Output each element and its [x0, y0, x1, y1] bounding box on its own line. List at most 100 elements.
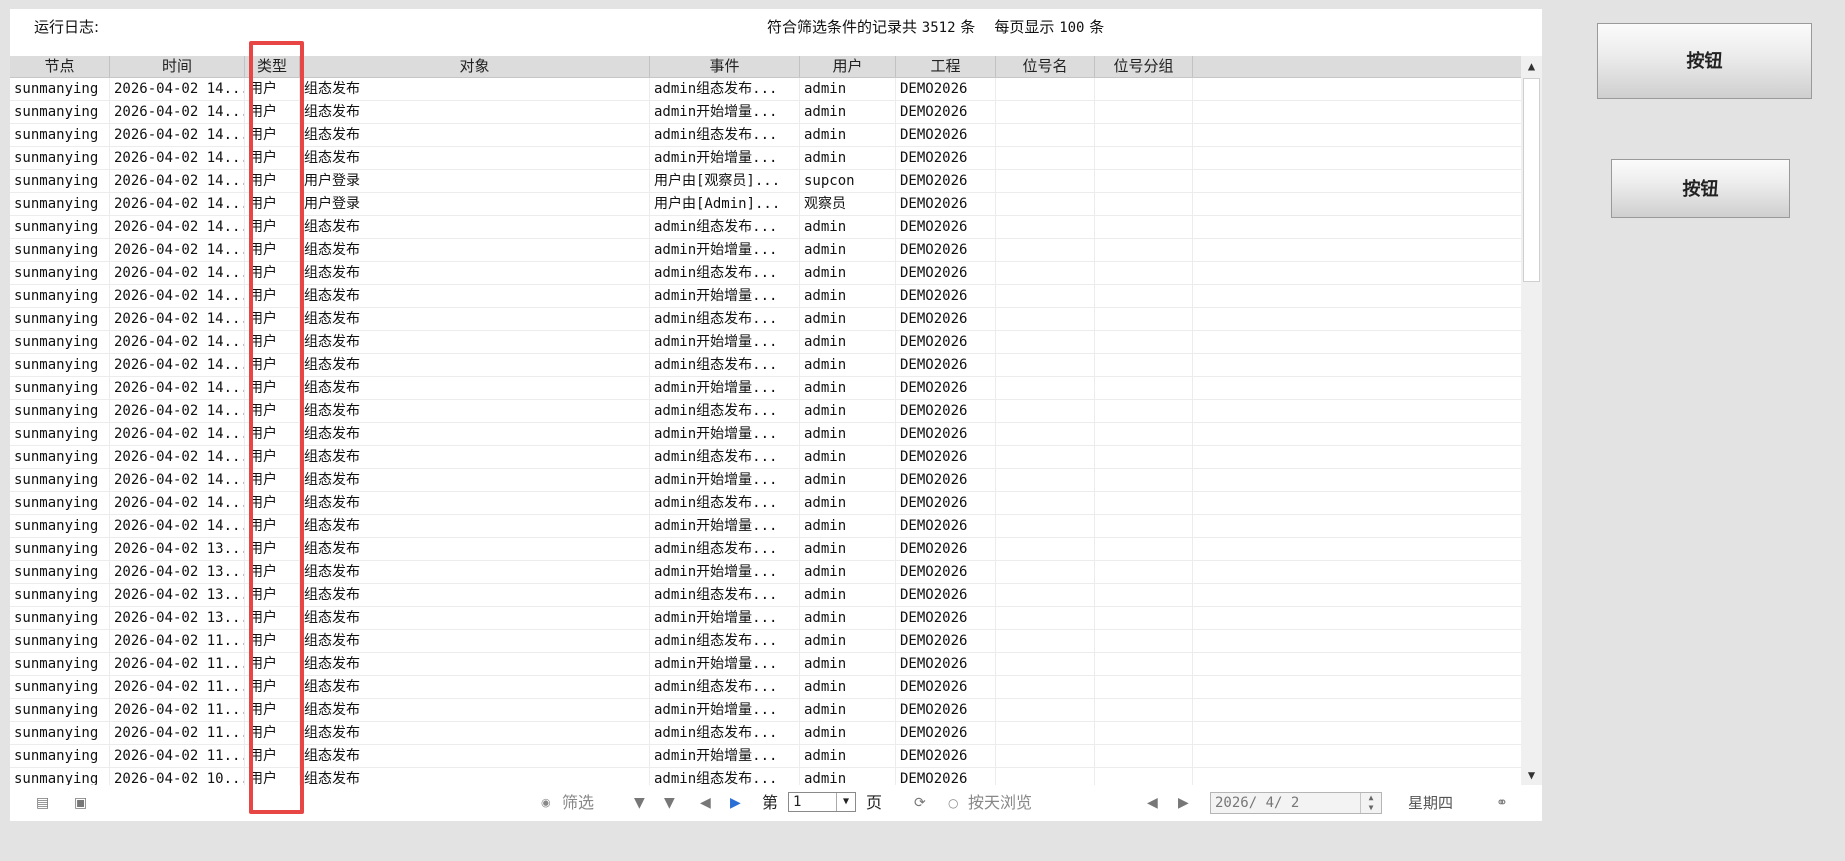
- table-row[interactable]: sunmanying 2026-04-02 13... 用户 组态发布 admin组态发…: [10, 538, 1521, 561]
- button-1[interactable]: 按钮: [1597, 23, 1812, 99]
- table-row[interactable]: sunmanying 2026-04-02 14... 用户 组态发布 admin开始增…: [10, 331, 1521, 354]
- table-row[interactable]: sunmanying 2026-04-02 14... 用户 组态发布 admin开始增…: [10, 515, 1521, 538]
- cell-object: 组态发布: [300, 262, 650, 284]
- cell-user: admin: [800, 584, 896, 606]
- table-row[interactable]: sunmanying 2026-04-02 14... 用户 组态发布 admin组态发…: [10, 262, 1521, 285]
- funnel-advanced-icon[interactable]: ▼: [664, 793, 675, 813]
- cell-time: 2026-04-02 14...: [110, 469, 245, 491]
- record-count: 3512: [921, 20, 956, 36]
- cell-time: 2026-04-02 11...: [110, 676, 245, 698]
- table-row[interactable]: sunmanying 2026-04-02 11... 用户 组态发布 admin开始增…: [10, 745, 1521, 768]
- column-header-tag-group[interactable]: 位号分组: [1095, 56, 1193, 77]
- table-row[interactable]: sunmanying 2026-04-02 14... 用户 组态发布 admin组态发…: [10, 308, 1521, 331]
- table-row[interactable]: sunmanying 2026-04-02 11... 用户 组态发布 admin开始增…: [10, 699, 1521, 722]
- page-select[interactable]: 1 ▼: [788, 792, 856, 812]
- table-row[interactable]: sunmanying 2026-04-02 11... 用户 组态发布 admin组态发…: [10, 676, 1521, 699]
- export-icon[interactable]: ▤: [36, 793, 49, 813]
- table-row[interactable]: sunmanying 2026-04-02 14... 用户 组态发布 admin组态发…: [10, 216, 1521, 239]
- column-header-time[interactable]: 时间: [110, 56, 245, 77]
- cell-user: admin: [800, 768, 896, 785]
- table-row[interactable]: sunmanying 2026-04-02 11... 用户 组态发布 admin组态发…: [10, 630, 1521, 653]
- cell-node: sunmanying: [10, 285, 110, 307]
- cell-time: 2026-04-02 14...: [110, 193, 245, 215]
- table-row[interactable]: sunmanying 2026-04-02 14... 用户 组态发布 admin组态发…: [10, 446, 1521, 469]
- table-row[interactable]: sunmanying 2026-04-02 11... 用户 组态发布 admin开始增…: [10, 653, 1521, 676]
- table-row[interactable]: sunmanying 2026-04-02 14... 用户 组态发布 admin组态发…: [10, 78, 1521, 101]
- cell-user: admin: [800, 607, 896, 629]
- cell-event: admin组态发布...: [650, 722, 800, 744]
- table-row[interactable]: sunmanying 2026-04-02 13... 用户 组态发布 admin组态发…: [10, 584, 1521, 607]
- cell-event: admin组态发布...: [650, 492, 800, 514]
- table-row[interactable]: sunmanying 2026-04-02 10... 用户 组态发布 admin组态发…: [10, 768, 1521, 785]
- cell-user: admin: [800, 239, 896, 261]
- cell-time: 2026-04-02 13...: [110, 538, 245, 560]
- column-header-event[interactable]: 事件: [650, 56, 800, 77]
- column-header-node[interactable]: 节点: [10, 56, 110, 77]
- table-row[interactable]: sunmanying 2026-04-02 14... 用户 组态发布 admin组态发…: [10, 492, 1521, 515]
- next-page-icon[interactable]: ▶: [730, 793, 741, 813]
- cell-project: DEMO2026: [896, 377, 996, 399]
- refresh-icon[interactable]: ⟳: [914, 793, 926, 813]
- scrollbar-thumb[interactable]: [1523, 78, 1540, 282]
- binoculars-icon[interactable]: ⚭: [1496, 793, 1508, 813]
- scroll-down-icon[interactable]: ▼: [1521, 765, 1542, 785]
- column-header-tag-name[interactable]: 位号名: [996, 56, 1095, 77]
- cell-event: admin开始增量...: [650, 653, 800, 675]
- cell-event: 用户由[Admin]...: [650, 193, 800, 215]
- cell-event: admin开始增量...: [650, 469, 800, 491]
- cell-user: admin: [800, 262, 896, 284]
- table-row[interactable]: sunmanying 2026-04-02 14... 用户 组态发布 admin组态发…: [10, 124, 1521, 147]
- filter-radio[interactable]: ◉: [541, 793, 551, 813]
- table-row[interactable]: sunmanying 2026-04-02 14... 用户 组态发布 admin开始增…: [10, 147, 1521, 170]
- button-2[interactable]: 按钮: [1611, 159, 1790, 218]
- cell-tag-name: [996, 446, 1095, 468]
- cell-event: admin组态发布...: [650, 768, 800, 785]
- scroll-up-icon[interactable]: ▲: [1521, 56, 1542, 76]
- table-row[interactable]: sunmanying 2026-04-02 14... 用户 组态发布 admin组态发…: [10, 400, 1521, 423]
- cell-time: 2026-04-02 14...: [110, 515, 245, 537]
- cell-time: 2026-04-02 14...: [110, 216, 245, 238]
- vertical-scrollbar[interactable]: ▲ ▼: [1521, 56, 1542, 785]
- table-row[interactable]: sunmanying 2026-04-02 14... 用户 用户登录 用户由[观察员]…: [10, 170, 1521, 193]
- cell-project: DEMO2026: [896, 607, 996, 629]
- prev-day-icon[interactable]: ◀: [1147, 793, 1158, 813]
- chevron-down-icon[interactable]: ▼: [836, 793, 855, 811]
- cell-event: admin开始增量...: [650, 285, 800, 307]
- cell-user: admin: [800, 423, 896, 445]
- cell-project: DEMO2026: [896, 561, 996, 583]
- table-row[interactable]: sunmanying 2026-04-02 14... 用户 用户登录 用户由[Admi…: [10, 193, 1521, 216]
- cell-tag-name: [996, 147, 1095, 169]
- column-header-user[interactable]: 用户: [800, 56, 896, 77]
- by-day-radio[interactable]: ○: [948, 793, 958, 813]
- table-row[interactable]: sunmanying 2026-04-02 14... 用户 组态发布 admin开始增…: [10, 285, 1521, 308]
- cell-tag-group: [1095, 170, 1193, 192]
- cell-node: sunmanying: [10, 239, 110, 261]
- cell-project: DEMO2026: [896, 285, 996, 307]
- cell-object: 组态发布: [300, 699, 650, 721]
- table-row[interactable]: sunmanying 2026-04-02 13... 用户 组态发布 admin开始增…: [10, 561, 1521, 584]
- cell-object: 组态发布: [300, 446, 650, 468]
- cell-user: admin: [800, 354, 896, 376]
- table-row[interactable]: sunmanying 2026-04-02 14... 用户 组态发布 admin开始增…: [10, 469, 1521, 492]
- cell-project: DEMO2026: [896, 492, 996, 514]
- cell-node: sunmanying: [10, 768, 110, 785]
- date-spinner-icon[interactable]: ▲ ▼: [1360, 793, 1381, 813]
- prev-page-icon[interactable]: ◀: [700, 793, 711, 813]
- column-header-project[interactable]: 工程: [896, 56, 996, 77]
- table-row[interactable]: sunmanying 2026-04-02 13... 用户 组态发布 admin开始增…: [10, 607, 1521, 630]
- funnel-icon[interactable]: ▼: [634, 793, 645, 813]
- cell-project: DEMO2026: [896, 584, 996, 606]
- cell-event: admin组态发布...: [650, 630, 800, 652]
- print-icon[interactable]: ▣: [74, 793, 87, 813]
- table-row[interactable]: sunmanying 2026-04-02 14... 用户 组态发布 admin开始增…: [10, 423, 1521, 446]
- table-row[interactable]: sunmanying 2026-04-02 11... 用户 组态发布 admin组态发…: [10, 722, 1521, 745]
- cell-event: admin组态发布...: [650, 400, 800, 422]
- table-row[interactable]: sunmanying 2026-04-02 14... 用户 组态发布 admin开始增…: [10, 377, 1521, 400]
- next-day-icon[interactable]: ▶: [1178, 793, 1189, 813]
- cell-user: admin: [800, 308, 896, 330]
- table-row[interactable]: sunmanying 2026-04-02 14... 用户 组态发布 admin开始增…: [10, 239, 1521, 262]
- column-header-object[interactable]: 对象: [300, 56, 650, 77]
- table-row[interactable]: sunmanying 2026-04-02 14... 用户 组态发布 admin组态发…: [10, 354, 1521, 377]
- table-row[interactable]: sunmanying 2026-04-02 14... 用户 组态发布 admin开始增…: [10, 101, 1521, 124]
- date-picker[interactable]: 2026/ 4/ 2 ▲ ▼: [1210, 792, 1382, 814]
